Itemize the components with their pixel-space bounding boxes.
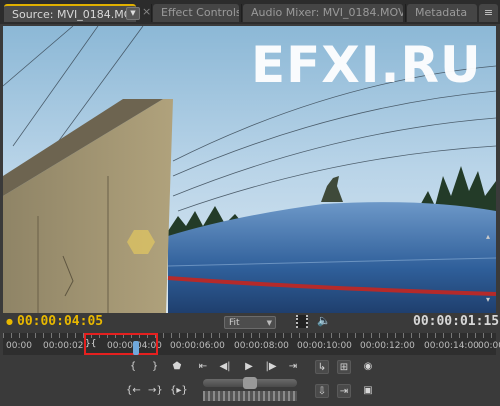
- ruler-label: 00:00:12:00: [360, 341, 415, 351]
- ruler-ticks: [3, 333, 496, 338]
- panel-tab-bar: Source: MVI_0184.MOV ▼ × Effect Controls…: [0, 0, 500, 24]
- scroll-down-icon[interactable]: ▾: [486, 296, 494, 304]
- ruler-label: 00:00: [6, 341, 32, 351]
- mark-in-icon[interactable]: {: [126, 360, 140, 374]
- jog-slider-knob[interactable]: [243, 377, 257, 389]
- go-to-in-icon[interactable]: ⇤: [196, 360, 210, 374]
- insert-icon[interactable]: ↳: [315, 360, 329, 374]
- current-timecode[interactable]: 00:00:04:05: [17, 315, 103, 329]
- watermark-text: EFXI.RU: [251, 36, 482, 94]
- play-icon[interactable]: ▶: [242, 360, 256, 374]
- tab-metadata-label: Metadata: [415, 6, 468, 19]
- marker-icon[interactable]: ⬟: [170, 360, 184, 374]
- tab-effect-controls-label: Effect Controls: [161, 6, 239, 19]
- tab-separator: [151, 4, 152, 22]
- panel-menu-button[interactable]: ≡: [479, 4, 498, 22]
- shuttle-control[interactable]: [203, 391, 297, 401]
- program-viewer[interactable]: EFXI.RU ▴ ▾: [3, 26, 496, 313]
- tab-source-label: Source: MVI_0184.MOV: [12, 8, 136, 21]
- timecode-row: ● 00:00:04:05 Fit ▼ 🔈 00:00:01:15: [0, 313, 500, 331]
- trim-icon[interactable]: ⇥: [337, 384, 351, 398]
- tab-effect-controls[interactable]: Effect Controls: [153, 4, 239, 22]
- go-to-previous-marker-icon[interactable]: {←: [126, 384, 141, 398]
- ruler-label: 00:00:02:: [43, 341, 87, 351]
- ruler-label: 00:00:10:00: [297, 341, 352, 351]
- close-icon[interactable]: ×: [142, 5, 151, 18]
- playhead-indicator-icon: ●: [6, 317, 13, 326]
- highlight-box: [84, 333, 158, 355]
- safe-margins-icon[interactable]: ⊞: [337, 360, 351, 374]
- tab-source[interactable]: Source: MVI_0184.MOV: [4, 4, 136, 22]
- time-ruler[interactable]: 00:00 00:00:02: 00:00:04:00 00:00:06:00 …: [3, 333, 500, 355]
- zoom-select[interactable]: Fit ▼: [224, 316, 276, 329]
- camera-icon[interactable]: ▣: [361, 384, 375, 398]
- jog-slider[interactable]: [203, 377, 297, 389]
- overlay-icon[interactable]: ⇩: [315, 384, 329, 398]
- ruler-label: 00:00: [478, 341, 500, 351]
- ruler-label: 00:00:08:00: [234, 341, 289, 351]
- ruler-label: 00:00:14:00: [424, 341, 479, 351]
- ruler-label: 00:00:06:00: [170, 341, 225, 351]
- tab-metadata[interactable]: Metadata: [407, 4, 477, 22]
- mark-out-icon[interactable]: }: [148, 360, 162, 374]
- step-back-icon[interactable]: ◀|: [218, 360, 232, 374]
- transport-controls: { } ⬟ ⇤ ◀| ▶ |▶ ⇥ ↳ ⊞ ◉ {← →} {▸} ⇩ ⇥ ▣: [0, 357, 500, 406]
- play-in-to-out-icon[interactable]: {▸}: [170, 384, 188, 398]
- duration-timecode: 00:00:01:15: [413, 314, 500, 329]
- go-to-out-icon[interactable]: ⇥: [286, 360, 300, 374]
- tab-separator: [405, 4, 406, 22]
- step-forward-icon[interactable]: |▶: [264, 360, 278, 374]
- output-icon[interactable]: ◉: [361, 360, 375, 374]
- chevron-down-icon: ▼: [266, 319, 272, 327]
- tab-audio-mixer[interactable]: Audio Mixer: MVI_0184.MOV: [243, 4, 403, 22]
- source-dropdown-button[interactable]: ▼: [126, 7, 140, 20]
- zoom-select-value: Fit: [229, 318, 240, 328]
- speaker-icon[interactable]: 🔈: [317, 314, 331, 327]
- film-strip-icon[interactable]: [296, 315, 308, 328]
- scroll-up-icon[interactable]: ▴: [486, 233, 494, 241]
- playhead-handle[interactable]: [133, 341, 139, 355]
- tab-audio-mixer-label: Audio Mixer: MVI_0184.MOV: [251, 6, 403, 19]
- go-to-next-marker-icon[interactable]: →}: [148, 384, 163, 398]
- tab-separator: [241, 4, 242, 22]
